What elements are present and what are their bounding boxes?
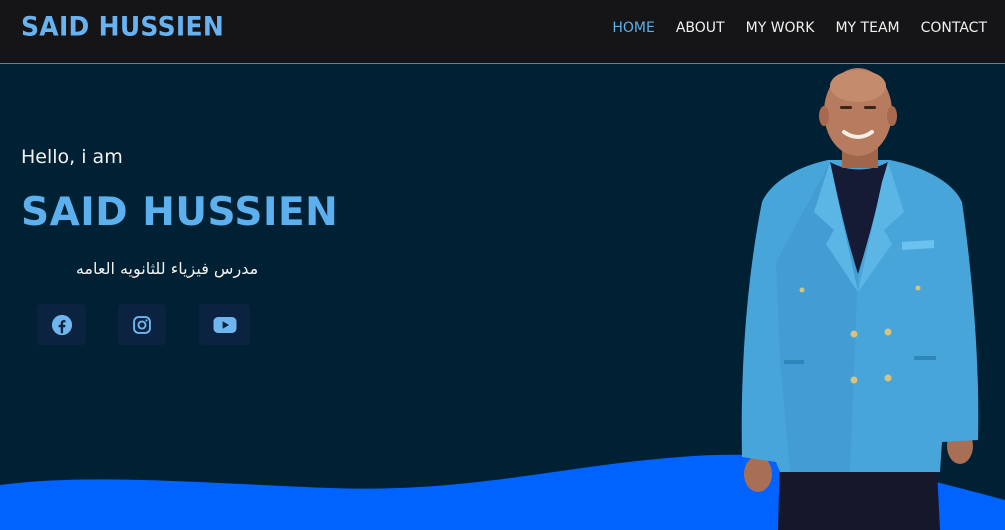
facebook-icon — [51, 314, 73, 336]
hero-subtitle: مدرس فيزياء للثانويه العامه — [75, 259, 259, 278]
main-nav: HOME ABOUT MY WORK MY TEAM CONTACT — [591, 20, 987, 36]
youtube-icon — [213, 316, 237, 334]
instagram-icon — [132, 315, 152, 335]
nav-home-link[interactable]: HOME — [612, 20, 654, 36]
facebook-button[interactable] — [37, 304, 86, 345]
hero-greeting: Hello, i am — [21, 146, 123, 168]
instagram-button[interactable] — [118, 304, 166, 345]
nav-my-work-link[interactable]: MY WORK — [746, 20, 815, 36]
nav-contact-link[interactable]: CONTACT — [921, 20, 987, 36]
nav-about-link[interactable]: ABOUT — [676, 20, 725, 36]
hero-name: SAID HUSSIEN — [21, 190, 339, 235]
top-navbar: SAID HUSSIEN HOME ABOUT MY WORK MY TEAM … — [0, 0, 1005, 64]
nav-my-team-link[interactable]: MY TEAM — [835, 20, 899, 36]
youtube-button[interactable] — [199, 304, 250, 345]
profile-photo — [741, 68, 979, 530]
site-logo[interactable]: SAID HUSSIEN — [21, 11, 224, 42]
